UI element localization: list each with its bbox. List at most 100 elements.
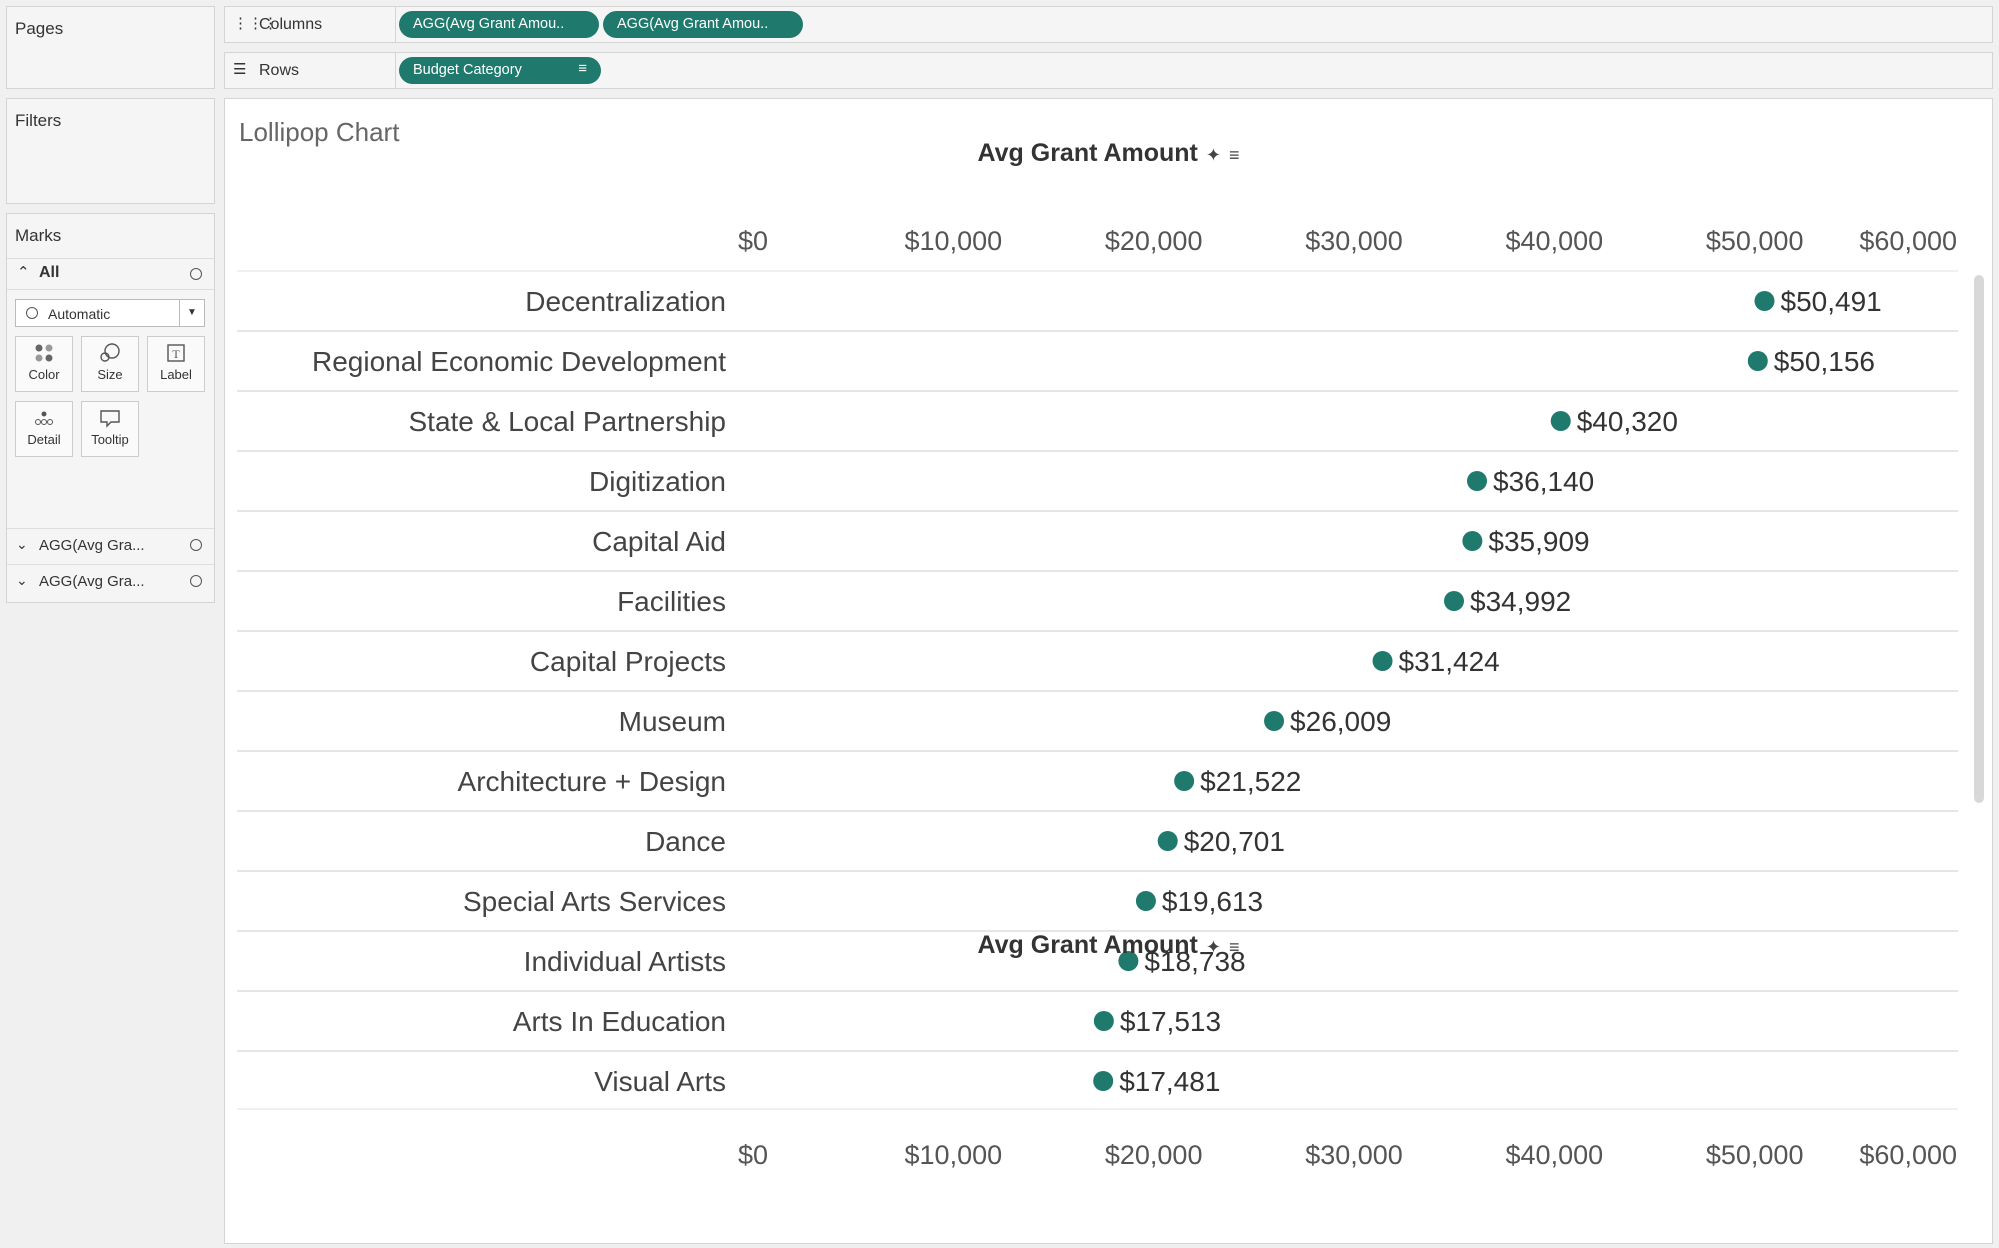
category-label[interactable]: Facilities [617, 586, 726, 617]
data-label: $17,481 [1119, 1066, 1220, 1097]
sort-descending-icon[interactable]: ≡ [578, 60, 587, 77]
lollipop-dot[interactable] [1754, 291, 1775, 311]
chevron-down-icon[interactable]: ⌄ [16, 572, 28, 589]
circle-mark-icon [26, 307, 38, 319]
pages-title: Pages [15, 19, 64, 38]
data-label: $40,320 [1577, 406, 1678, 437]
rows-shelf[interactable]: ☰ Rows Budget Category ≡ [224, 52, 1993, 89]
x-tick-label-bottom: $0 [738, 1140, 768, 1170]
category-label[interactable]: State & Local Partnership [408, 406, 726, 437]
detail-button[interactable]: Detail [15, 401, 73, 457]
category-label[interactable]: Arts In Education [513, 1006, 726, 1037]
tooltip-button[interactable]: Tooltip [81, 401, 139, 457]
category-label[interactable]: Architecture Planning & Design [338, 1126, 726, 1157]
row-pill-label: Budget Category [413, 62, 522, 78]
x-tick-label-bottom: $60,000 [1859, 1140, 1957, 1170]
data-label: $26,009 [1290, 706, 1391, 737]
label-label: Label [160, 367, 192, 382]
category-label[interactable]: Dance [645, 826, 726, 857]
tooltip-label: Tooltip [91, 432, 129, 447]
measure-card-1[interactable]: ⌄ AGG(Avg Gra... [7, 528, 214, 563]
color-label: Color [28, 367, 60, 382]
row-pill-budget-category[interactable]: Budget Category ≡ [399, 57, 601, 84]
filters-card[interactable]: Filters [6, 98, 215, 204]
axis-title-text[interactable]: Avg Grant Amount [978, 139, 1198, 167]
label-button[interactable]: T Label [147, 336, 205, 392]
x-tick-label-top: $50,000 [1706, 226, 1804, 256]
column-pill-1[interactable]: AGG(Avg Grant Amou.. [399, 11, 599, 38]
x-tick-label-bottom: $40,000 [1506, 1140, 1604, 1170]
lollipop-dot[interactable] [1372, 651, 1393, 671]
rows-shelf-label: ☰ Rows [225, 53, 396, 88]
mark-type-dropdown[interactable]: Automatic ▼ [15, 299, 205, 327]
lollipop-dot[interactable] [1444, 591, 1465, 611]
x-tick-label-top: $20,000 [1105, 226, 1203, 256]
data-label: $19,613 [1162, 886, 1263, 917]
data-label: $36,140 [1493, 466, 1594, 497]
chevron-up-icon[interactable]: ⌃ [17, 263, 30, 281]
size-button[interactable]: Size [81, 336, 139, 392]
rows-group: Decentralization $50,491 Regional Economic… [237, 286, 1958, 1157]
column-pill-label: AGG(Avg Grant Amou.. [413, 16, 565, 32]
category-label[interactable]: Capital Projects [530, 646, 726, 677]
category-label[interactable]: Individual Artists [524, 946, 726, 977]
color-dots-icon [16, 343, 72, 365]
marks-all-row[interactable]: ⌃ All [7, 258, 214, 290]
sort-icon[interactable]: ≡ [1229, 145, 1240, 165]
x-tick-label-top: $60,000 [1859, 226, 1957, 256]
columns-shelf[interactable]: ⋮⋮⋮ Columns AGG(Avg Grant Amou.. AGG(Avg… [224, 6, 1993, 43]
lollipop-dot[interactable] [1467, 471, 1488, 491]
lollipop-dot[interactable] [1157, 831, 1178, 851]
rows-icon: ☰ [233, 61, 247, 78]
x-tick-label-top: $40,000 [1506, 226, 1604, 256]
chevron-down-icon[interactable]: ⌄ [16, 536, 28, 553]
data-label: $20,701 [1184, 826, 1285, 857]
pin-icon[interactable]: ✦ [1206, 145, 1221, 165]
x-tick-label-bottom: $10,000 [905, 1140, 1003, 1170]
color-button[interactable]: Color [15, 336, 73, 392]
filters-title: Filters [15, 111, 62, 130]
lollipop-dot[interactable] [1174, 771, 1195, 791]
rows-label: Rows [259, 62, 300, 79]
column-pill-label: AGG(Avg Grant Amou.. [617, 16, 769, 32]
columns-shelf-label: ⋮⋮⋮ Columns [225, 7, 396, 42]
column-pill-2[interactable]: AGG(Avg Grant Amou.. [603, 11, 803, 38]
marks-title: Marks [15, 226, 62, 245]
category-label[interactable]: Decentralization [525, 286, 726, 317]
category-label[interactable]: Special Arts Services [463, 886, 726, 917]
category-label[interactable]: Architecture + Design [458, 766, 726, 797]
lollipop-dot[interactable] [1135, 891, 1156, 911]
x-tick-label-bottom: $50,000 [1706, 1140, 1804, 1170]
columns-label: Columns [259, 16, 323, 33]
measure-card-2[interactable]: ⌄ AGG(Avg Gra... [7, 564, 214, 599]
axis-title-text[interactable]: Avg Grant Amount [978, 931, 1198, 959]
x-tick-label-bottom: $20,000 [1105, 1140, 1203, 1170]
x-tick-label-top: $30,000 [1305, 226, 1403, 256]
lollipop-dot[interactable] [1462, 531, 1483, 551]
size-label: Size [97, 367, 123, 382]
vertical-scrollbar[interactable] [1974, 275, 1984, 803]
lollipop-dot[interactable] [1747, 351, 1768, 371]
svg-text:T: T [172, 347, 180, 361]
x-tick-label-top: $0 [738, 226, 768, 256]
category-label[interactable]: Museum [619, 706, 726, 737]
sort-icon[interactable]: ≡ [1229, 937, 1240, 957]
data-label: $50,491 [1781, 286, 1882, 317]
chevron-down-icon[interactable]: ▼ [179, 300, 204, 326]
size-icon [82, 343, 138, 365]
data-label: $31,424 [1399, 646, 1500, 677]
category-label[interactable]: Regional Economic Development [312, 346, 726, 377]
lollipop-dot[interactable] [1264, 711, 1285, 731]
marks-all-label: All [39, 264, 60, 281]
lollipop-dot[interactable] [1093, 1071, 1114, 1091]
lollipop-dot[interactable] [1093, 1011, 1114, 1031]
category-label[interactable]: Digitization [589, 466, 726, 497]
data-label: $50,156 [1774, 346, 1875, 377]
pin-icon[interactable]: ✦ [1206, 937, 1221, 957]
data-label: $35,909 [1488, 526, 1589, 557]
category-label[interactable]: Visual Arts [594, 1066, 726, 1097]
category-label[interactable]: Capital Aid [592, 526, 726, 557]
lollipop-dot[interactable] [1550, 411, 1571, 431]
lollipop-chart: $0 $0 $10,000 $10,000 $20,000 $20,000 $30,000 $… [237, 226, 1958, 1170]
pages-card[interactable]: Pages [6, 6, 215, 89]
